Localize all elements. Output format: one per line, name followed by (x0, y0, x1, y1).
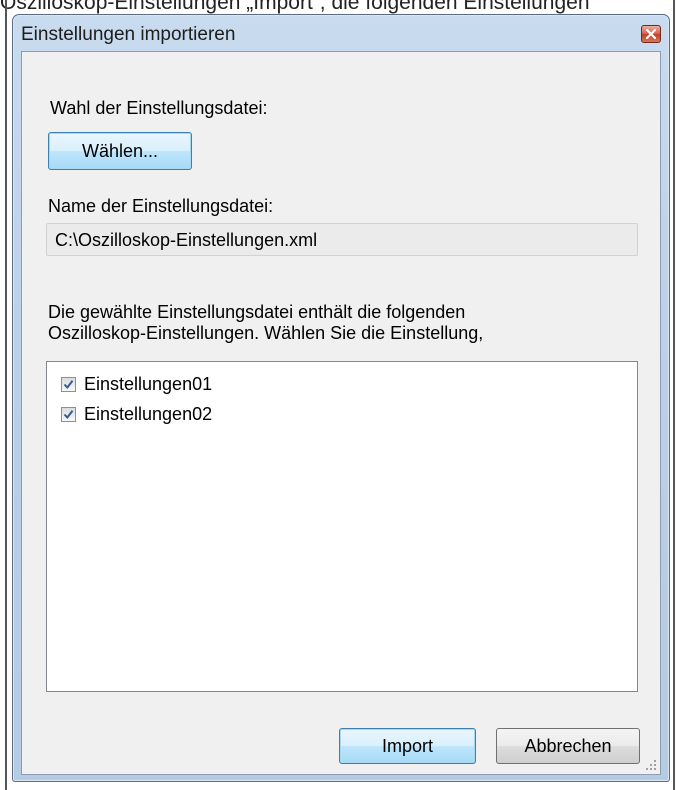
import-button[interactable]: Import (339, 728, 476, 764)
title-bar[interactable]: Einstellungen importieren (13, 15, 669, 53)
settings-checkbox[interactable] (61, 406, 76, 422)
description-line-2: Oszilloskop-Einstellungen. Wählen Sie di… (48, 323, 484, 343)
checkmark-icon (63, 409, 74, 419)
choose-file-button[interactable]: Wählen... (48, 132, 192, 170)
list-item-label: Einstellungen02 (84, 403, 213, 424)
resize-grip-icon[interactable] (645, 759, 657, 771)
background-frame-right (673, 0, 675, 790)
close-icon (646, 29, 656, 39)
filename-field: C:\Oszilloskop-Einstellungen.xml (46, 223, 638, 256)
background-frame-left (5, 0, 7, 790)
checkmark-icon (63, 379, 74, 389)
description-line-1: Die gewählte Einstellungsdatei enthält d… (48, 302, 466, 322)
filename-label: Name der Einstellungsdatei: (48, 196, 274, 216)
cancel-button[interactable]: Abbrechen (496, 728, 640, 764)
list-item-label: Einstellungen01 (84, 373, 213, 394)
import-settings-dialog: Einstellungen importieren Wahl der Einst… (12, 14, 670, 782)
list-item[interactable]: Einstellungen02 (61, 402, 212, 426)
settings-checkbox[interactable] (61, 376, 76, 392)
select-file-label: Wahl der Einstellungsdatei: (50, 98, 268, 118)
dialog-client-area: Wahl der Einstellungsdatei: Wählen... Na… (21, 51, 661, 775)
close-button[interactable] (641, 25, 661, 43)
background-caption: Oszilloskop-Einstellungen „Import“, die … (0, 0, 590, 14)
list-item[interactable]: Einstellungen01 (61, 372, 212, 396)
dialog-title: Einstellungen importieren (21, 24, 236, 45)
settings-list[interactable]: Einstellungen01 Einstellungen02 (46, 361, 638, 692)
